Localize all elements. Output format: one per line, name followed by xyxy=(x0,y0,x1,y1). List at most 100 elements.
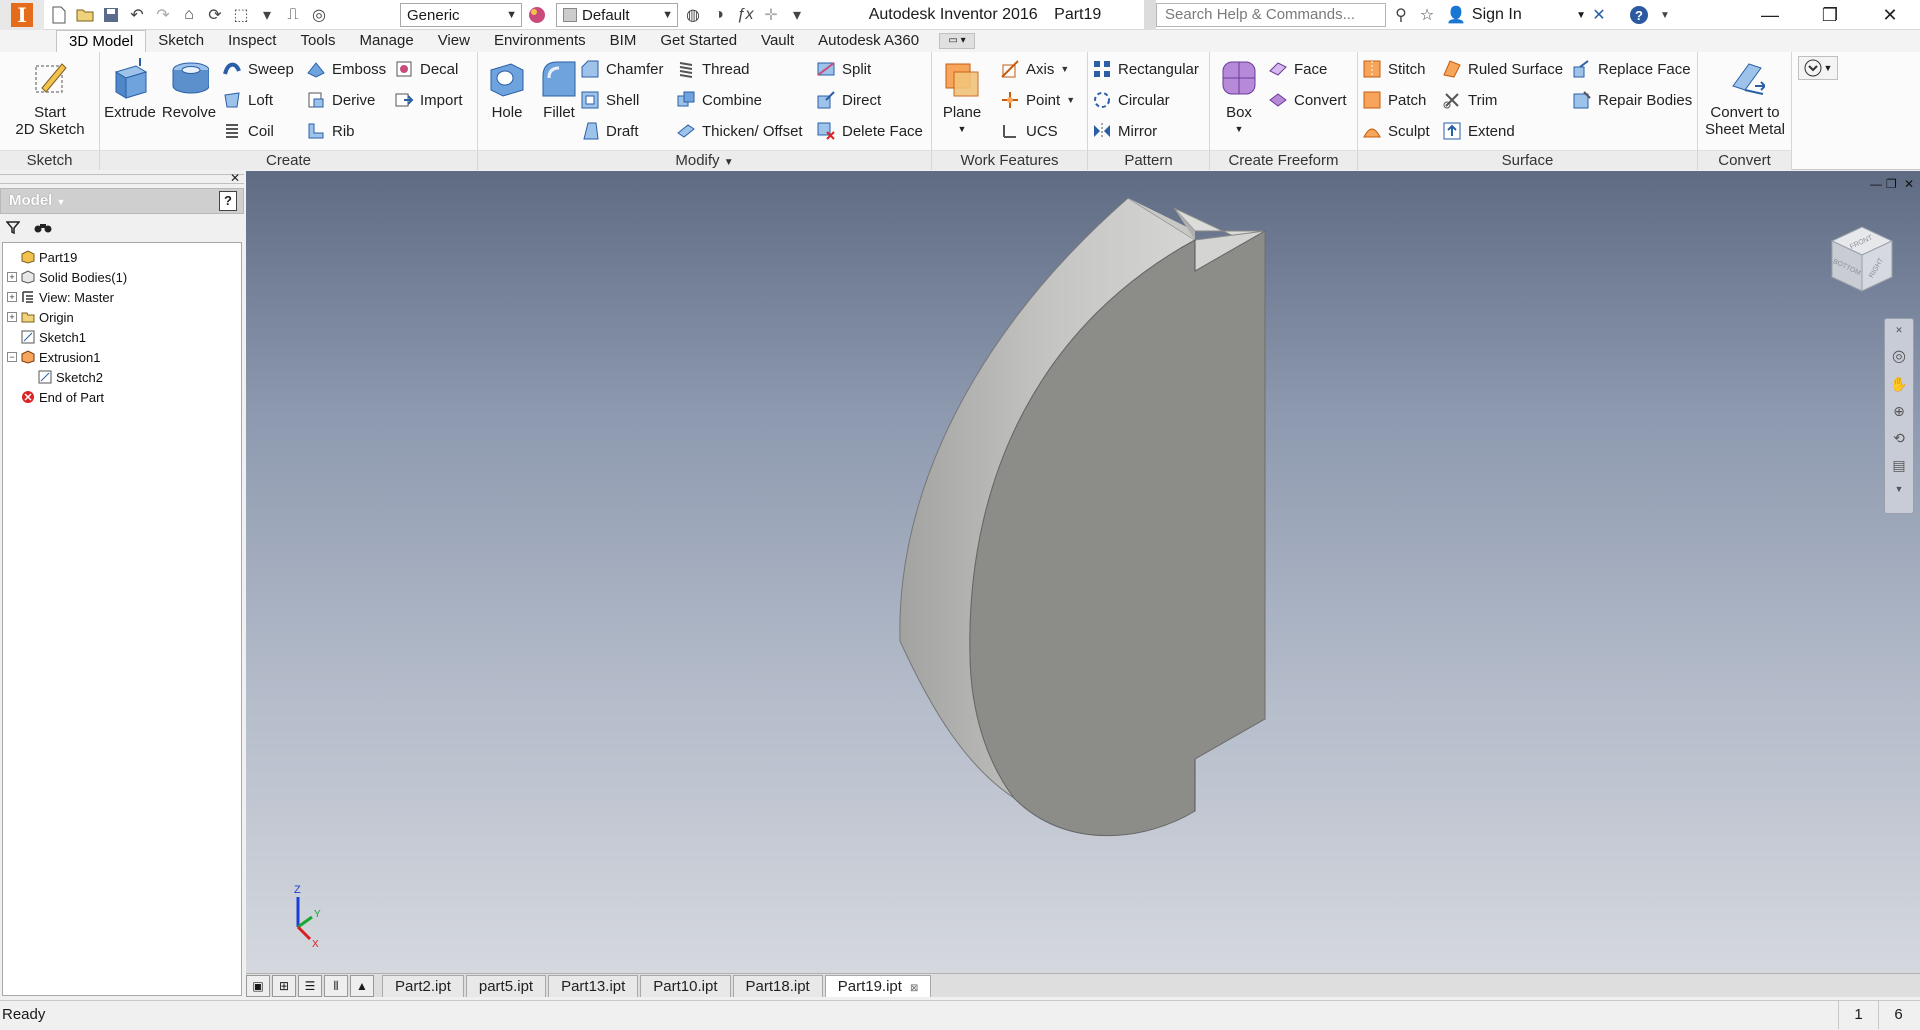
tab-manage[interactable]: Manage xyxy=(347,30,425,52)
browser-header[interactable]: Model ▼ ? xyxy=(0,188,244,214)
adjust-icon[interactable]: ◍ xyxy=(680,2,706,28)
new-icon[interactable] xyxy=(46,2,72,28)
undo-icon[interactable]: ↶ xyxy=(124,2,150,28)
thread-button[interactable]: Thread xyxy=(676,56,750,82)
tile-horizontal-icon[interactable]: ☰ xyxy=(298,975,322,997)
fillet-button[interactable]: Fillet xyxy=(534,56,584,121)
close-tab-icon[interactable]: ⊠ xyxy=(910,983,918,994)
tree-expander[interactable]: + xyxy=(7,292,17,302)
document-tab-part2[interactable]: Part2.ipt xyxy=(382,975,464,997)
steering-wheel-icon[interactable]: ◎ xyxy=(1892,346,1906,366)
document-tab-part19[interactable]: Part19.ipt ⊠ xyxy=(824,975,932,997)
help-dropdown-icon[interactable]: ▼ xyxy=(1652,2,1678,28)
browser-grip[interactable]: ✕ xyxy=(0,171,244,185)
revolve-button[interactable]: Revolve xyxy=(160,56,218,121)
ruled-surface-button[interactable]: Ruled Surface xyxy=(1442,56,1563,82)
help-search-input[interactable]: Search Help & Commands... xyxy=(1156,3,1386,27)
box-button[interactable]: Box ▼ xyxy=(1214,56,1264,138)
select-icon[interactable]: ⬚ xyxy=(228,2,254,28)
direct-button[interactable]: Direct xyxy=(816,87,881,113)
repair-bodies-button[interactable]: Repair Bodies xyxy=(1572,87,1692,113)
close-icon[interactable]: ✕ xyxy=(230,171,240,185)
help-icon[interactable]: ? xyxy=(1626,2,1652,28)
color-override-icon[interactable]: ◎ xyxy=(306,2,332,28)
open-icon[interactable] xyxy=(72,2,98,28)
document-tab-part10[interactable]: Part10.ipt xyxy=(640,975,731,997)
minimize-icon[interactable]: — xyxy=(1740,0,1800,30)
favorites-star-icon[interactable]: ☆ xyxy=(1414,2,1440,28)
emboss-button[interactable]: Emboss xyxy=(306,56,386,82)
sculpt-button[interactable]: Sculpt xyxy=(1362,118,1430,144)
tab-sketch[interactable]: Sketch xyxy=(146,30,216,52)
draft-button[interactable]: Draft xyxy=(580,118,639,144)
tab-inspect[interactable]: Inspect xyxy=(216,30,288,52)
measure-icon[interactable]: ⎍ xyxy=(280,2,306,28)
graphics-viewport[interactable]: — ❐ ✕ FRONT BOTTOM RIGHT ✕ ◎ ✋ ⊕ ⟲ ▤ ▼ Z… xyxy=(246,171,1920,973)
import-button[interactable]: Import xyxy=(394,87,463,113)
ribbon-display-toggle[interactable]: ▭ ▾ xyxy=(939,33,976,49)
tree-node-origin[interactable]: + Origin xyxy=(3,307,241,327)
convert-to-sheet-metal-button[interactable]: Convert to Sheet Metal xyxy=(1702,56,1788,138)
clear-icon[interactable]: ◑ xyxy=(706,2,732,28)
tree-node-view-master[interactable]: + View: Master xyxy=(3,287,241,307)
tab-get-started[interactable]: Get Started xyxy=(648,30,749,52)
rectangular-pattern-button[interactable]: Rectangular xyxy=(1092,56,1199,82)
shell-button[interactable]: Shell xyxy=(580,87,639,113)
extruded-part[interactable] xyxy=(899,197,1266,837)
freeform-convert-button[interactable]: Convert xyxy=(1268,87,1347,113)
tree-node-extrusion1[interactable]: − Extrusion1 xyxy=(3,347,241,367)
sign-in-button[interactable]: 👤 Sign In ▼ xyxy=(1446,5,1586,25)
thicken-offset-button[interactable]: Thicken/ Offset xyxy=(676,118,803,144)
restore-icon[interactable]: ❐ xyxy=(1800,0,1860,30)
extend-button[interactable]: Extend xyxy=(1442,118,1515,144)
document-tab-part18[interactable]: Part18.ipt xyxy=(732,975,823,997)
close-window-icon[interactable]: ✕ xyxy=(1860,0,1920,30)
customize-qat-icon[interactable]: ▾ xyxy=(784,2,810,28)
redo-icon[interactable]: ↷ xyxy=(150,2,176,28)
circular-pattern-button[interactable]: Circular xyxy=(1092,87,1170,113)
derive-button[interactable]: Derive xyxy=(306,87,375,113)
exchange-apps-icon[interactable]: ✕ xyxy=(1586,2,1612,28)
tree-node-part19[interactable]: Part19 xyxy=(3,247,241,267)
search-expand-handle[interactable] xyxy=(1144,0,1156,30)
tile-windows-icon[interactable]: ⊞ xyxy=(272,975,296,997)
select-mode-icon[interactable]: ▾ xyxy=(254,2,280,28)
add-icon[interactable]: ✛ xyxy=(758,2,784,28)
chevron-down-icon[interactable]: ▼ xyxy=(1895,484,1904,494)
ucs-button[interactable]: UCS xyxy=(1000,118,1058,144)
extrude-button[interactable]: Extrude xyxy=(104,56,156,121)
start-2d-sketch-button[interactable]: Start 2D Sketch xyxy=(8,56,92,138)
tab-tools[interactable]: Tools xyxy=(288,30,347,52)
look-at-icon[interactable]: ▤ xyxy=(1892,457,1905,474)
document-tab-part13[interactable]: Part13.ipt xyxy=(548,975,639,997)
tree-expander[interactable]: + xyxy=(7,272,17,282)
document-tab-part5[interactable]: part5.ipt xyxy=(465,975,547,997)
point-button[interactable]: Point ▼ xyxy=(1000,87,1075,113)
parameters-fx-icon[interactable]: ƒx xyxy=(732,2,758,28)
coil-button[interactable]: Coil xyxy=(222,118,274,144)
patch-button[interactable]: Patch xyxy=(1362,87,1426,113)
trim-button[interactable]: Trim xyxy=(1442,87,1497,113)
mirror-button[interactable]: Mirror xyxy=(1092,118,1157,144)
pan-hand-icon[interactable]: ✋ xyxy=(1890,376,1907,393)
cascade-windows-icon[interactable]: ▣ xyxy=(246,975,270,997)
tree-node-sketch1[interactable]: Sketch1 xyxy=(3,327,241,347)
tree-expander[interactable]: + xyxy=(7,312,17,322)
application-menu-button[interactable]: I xyxy=(0,0,44,30)
freeform-face-button[interactable]: Face xyxy=(1268,56,1327,82)
replace-face-button[interactable]: Replace Face xyxy=(1572,56,1691,82)
filter-icon[interactable] xyxy=(5,220,21,237)
tab-view[interactable]: View xyxy=(426,30,482,52)
home-icon[interactable]: ⌂ xyxy=(176,2,202,28)
browser-help-icon[interactable]: ? xyxy=(219,191,237,211)
zoom-icon[interactable]: ⊕ xyxy=(1893,403,1905,420)
sweep-button[interactable]: Sweep xyxy=(222,56,294,82)
search-binoculars-icon[interactable]: ⚲ xyxy=(1388,2,1414,28)
rib-button[interactable]: Rib xyxy=(306,118,355,144)
ribbon-options-button[interactable]: ▼ xyxy=(1798,56,1838,80)
loft-button[interactable]: Loft xyxy=(222,87,273,113)
stitch-button[interactable]: Stitch xyxy=(1362,56,1426,82)
tab-autodesk-a360[interactable]: Autodesk A360 xyxy=(806,30,931,52)
update-icon[interactable]: ⟳ xyxy=(202,2,228,28)
combine-button[interactable]: Combine xyxy=(676,87,762,113)
